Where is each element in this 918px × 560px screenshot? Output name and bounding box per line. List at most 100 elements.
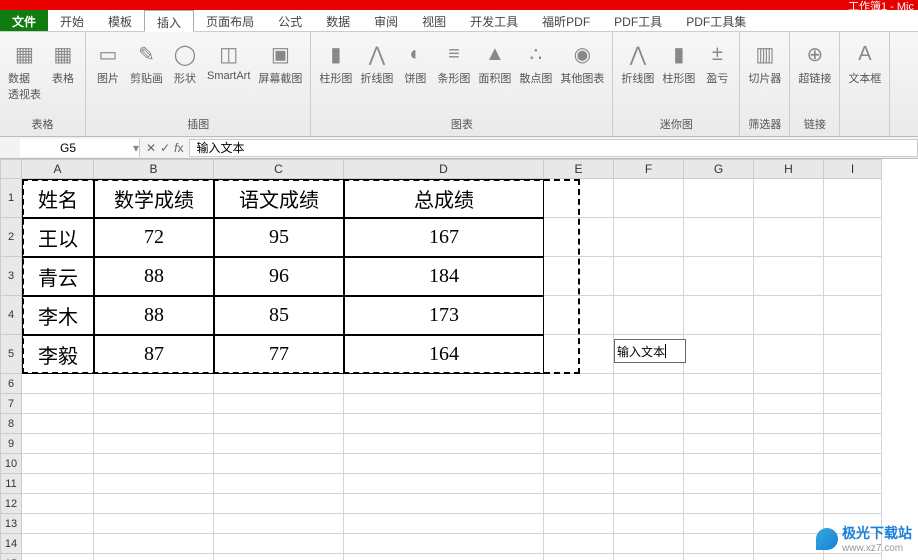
cell[interactable] — [614, 394, 684, 414]
row-header[interactable]: 7 — [0, 394, 22, 414]
cell[interactable] — [684, 374, 754, 394]
cell[interactable]: 173 — [344, 296, 544, 335]
tab-review[interactable]: 审阅 — [362, 10, 410, 31]
cell[interactable] — [544, 454, 614, 474]
cell[interactable] — [824, 335, 882, 374]
cell[interactable]: 167 — [344, 218, 544, 257]
cell[interactable] — [684, 494, 754, 514]
cell[interactable] — [684, 394, 754, 414]
cell[interactable] — [754, 296, 824, 335]
cell[interactable] — [684, 514, 754, 534]
cell[interactable] — [754, 335, 824, 374]
cell[interactable] — [94, 514, 214, 534]
cell[interactable]: 95 — [214, 218, 344, 257]
row-header[interactable]: 13 — [0, 514, 22, 534]
tab-formula[interactable]: 公式 — [266, 10, 314, 31]
cell[interactable] — [754, 374, 824, 394]
row-header[interactable]: 9 — [0, 434, 22, 454]
tab-pagelayout[interactable]: 页面布局 — [194, 10, 266, 31]
cell[interactable] — [214, 534, 344, 554]
cell[interactable] — [544, 394, 614, 414]
cell[interactable]: 96 — [214, 257, 344, 296]
cell[interactable] — [824, 394, 882, 414]
cell[interactable] — [684, 534, 754, 554]
cell[interactable] — [684, 454, 754, 474]
row-header[interactable]: 15 — [0, 554, 22, 560]
cell[interactable] — [214, 514, 344, 534]
ribbon-形状[interactable]: ◯形状 — [167, 38, 203, 88]
cell[interactable] — [684, 296, 754, 335]
ribbon-文本框[interactable]: A文本框 — [844, 38, 885, 88]
cell[interactable]: 164 — [344, 335, 544, 374]
name-box[interactable]: G5▾ — [20, 139, 140, 157]
cell[interactable] — [22, 414, 94, 434]
cell[interactable] — [344, 414, 544, 434]
cell[interactable] — [344, 534, 544, 554]
ribbon-折线图[interactable]: ⋀折线图 — [617, 38, 658, 88]
row-header[interactable]: 12 — [0, 494, 22, 514]
cell[interactable] — [684, 434, 754, 454]
cell[interactable] — [544, 474, 614, 494]
cell[interactable] — [344, 434, 544, 454]
ribbon-散点图[interactable]: ∴散点图 — [515, 38, 556, 88]
col-header-I[interactable]: I — [824, 159, 882, 179]
col-header-C[interactable]: C — [214, 159, 344, 179]
cell[interactable] — [614, 179, 684, 218]
cell[interactable] — [22, 374, 94, 394]
cell[interactable] — [614, 374, 684, 394]
cell[interactable]: 李木 — [22, 296, 94, 335]
ribbon-折线图[interactable]: ⋀折线图 — [356, 38, 397, 88]
cell[interactable] — [824, 474, 882, 494]
formula-bar[interactable]: 输入文本 — [189, 139, 918, 157]
cell[interactable] — [754, 494, 824, 514]
cell[interactable] — [614, 554, 684, 560]
cell[interactable]: 王以 — [22, 218, 94, 257]
cell[interactable] — [544, 179, 614, 218]
cell[interactable] — [824, 374, 882, 394]
col-header-F[interactable]: F — [614, 159, 684, 179]
cell[interactable] — [824, 494, 882, 514]
cell[interactable]: 数学成绩 — [94, 179, 214, 218]
row-header[interactable]: 4 — [0, 296, 22, 335]
cell[interactable] — [684, 179, 754, 218]
cell[interactable] — [684, 335, 754, 374]
tab-pdftool[interactable]: PDF工具 — [602, 10, 674, 31]
ribbon-表格[interactable]: ▦表格 — [45, 38, 81, 88]
cell[interactable] — [754, 179, 824, 218]
ribbon-面积图[interactable]: ▲面积图 — [474, 38, 515, 88]
cell[interactable] — [544, 257, 614, 296]
cell[interactable] — [824, 257, 882, 296]
ribbon-剪贴画[interactable]: ✎剪贴画 — [126, 38, 167, 88]
cell[interactable] — [614, 257, 684, 296]
cell[interactable] — [614, 514, 684, 534]
cell[interactable] — [214, 374, 344, 394]
cell[interactable] — [614, 414, 684, 434]
cell[interactable] — [754, 434, 824, 454]
cell[interactable] — [544, 296, 614, 335]
cell[interactable] — [94, 374, 214, 394]
cell[interactable] — [544, 554, 614, 560]
cell[interactable] — [344, 514, 544, 534]
ribbon-盈亏[interactable]: ±盈亏 — [699, 38, 735, 88]
cell[interactable] — [824, 414, 882, 434]
ribbon-超链接[interactable]: ⊕超链接 — [794, 38, 835, 88]
cell[interactable] — [214, 474, 344, 494]
row-header[interactable]: 8 — [0, 414, 22, 434]
tab-file[interactable]: 文件 — [0, 10, 48, 31]
cell[interactable] — [754, 454, 824, 474]
cell[interactable] — [754, 514, 824, 534]
confirm-icon[interactable]: ✓ — [160, 141, 170, 155]
ribbon-切片器[interactable]: ▥切片器 — [744, 38, 785, 88]
cell[interactable] — [544, 494, 614, 514]
cell[interactable] — [544, 335, 614, 374]
cell[interactable] — [344, 494, 544, 514]
cell[interactable] — [824, 434, 882, 454]
cell[interactable]: 语文成绩 — [214, 179, 344, 218]
cell[interactable] — [22, 434, 94, 454]
cell[interactable] — [214, 434, 344, 454]
row-header[interactable]: 5 — [0, 335, 22, 374]
cell[interactable] — [544, 534, 614, 554]
cell[interactable] — [684, 474, 754, 494]
cell[interactable] — [614, 434, 684, 454]
ribbon-柱形图[interactable]: ▮柱形图 — [658, 38, 699, 88]
